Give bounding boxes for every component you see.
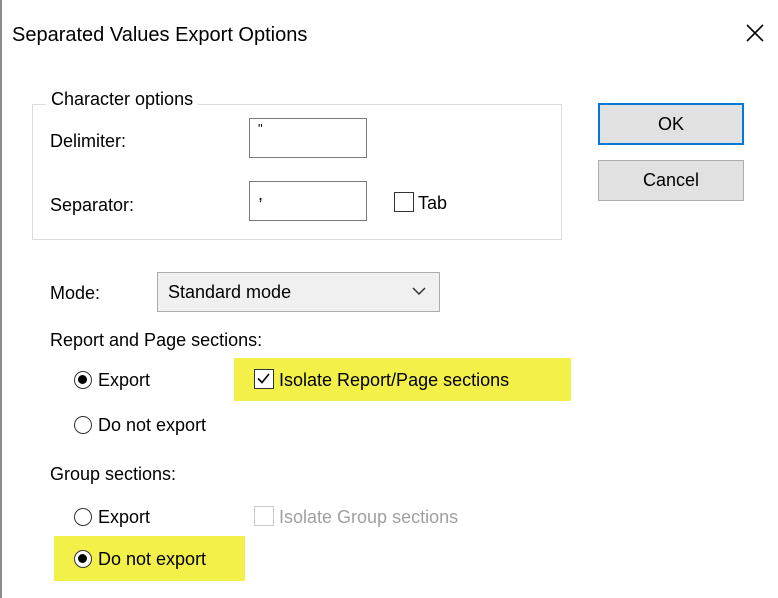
group-export-label: Export: [98, 507, 151, 527]
isolate-group-checkbox[interactable]: [254, 506, 274, 526]
report-export-label: Export: [98, 370, 151, 390]
delimiter-value: ": [258, 121, 263, 136]
cancel-button[interactable]: Cancel: [598, 160, 744, 201]
checkmark-icon: [257, 373, 270, 384]
mode-select[interactable]: Standard mode: [157, 272, 440, 312]
title-bar: Separated Values Export Options: [0, 0, 778, 70]
export-options-dialog: Separated Values Export Options Characte…: [0, 0, 778, 598]
isolate-report-checkbox[interactable]: [254, 369, 274, 389]
mode-label: Mode:: [50, 283, 101, 303]
delimiter-input[interactable]: ": [249, 118, 367, 158]
chevron-down-icon: [412, 287, 426, 296]
group-sections-label: Group sections:: [50, 464, 177, 484]
ok-button[interactable]: OK: [598, 103, 744, 145]
report-do-not-export-radio[interactable]: [74, 416, 92, 434]
ok-button-label: OK: [657, 113, 684, 134]
separator-input[interactable]: ,: [249, 181, 367, 221]
group-do-not-export-label: Do not export: [98, 549, 207, 569]
tab-checkbox[interactable]: [394, 192, 414, 212]
character-options-label: Character options: [46, 89, 199, 110]
report-export-radio[interactable]: [74, 371, 92, 389]
group-do-not-export-radio[interactable]: [74, 550, 92, 568]
radio-selected-dot: [78, 375, 87, 384]
separator-value: ,: [258, 184, 264, 204]
mode-selected-value: Standard mode: [168, 282, 292, 302]
report-page-sections-label: Report and Page sections:: [50, 330, 263, 350]
close-icon[interactable]: [742, 20, 768, 46]
group-export-radio[interactable]: [74, 508, 92, 526]
window-title: Separated Values Export Options: [12, 24, 308, 46]
tab-label: Tab: [418, 193, 448, 213]
radio-selected-dot: [78, 554, 87, 563]
window-left-edge: [0, 0, 2, 598]
report-do-not-export-label: Do not export: [98, 415, 207, 435]
separator-label: Separator:: [50, 195, 135, 215]
cancel-button-label: Cancel: [642, 170, 700, 190]
isolate-report-label: Isolate Report/Page sections: [279, 370, 510, 390]
isolate-group-label: Isolate Group sections: [279, 507, 459, 527]
delimiter-label: Delimiter:: [50, 131, 127, 151]
